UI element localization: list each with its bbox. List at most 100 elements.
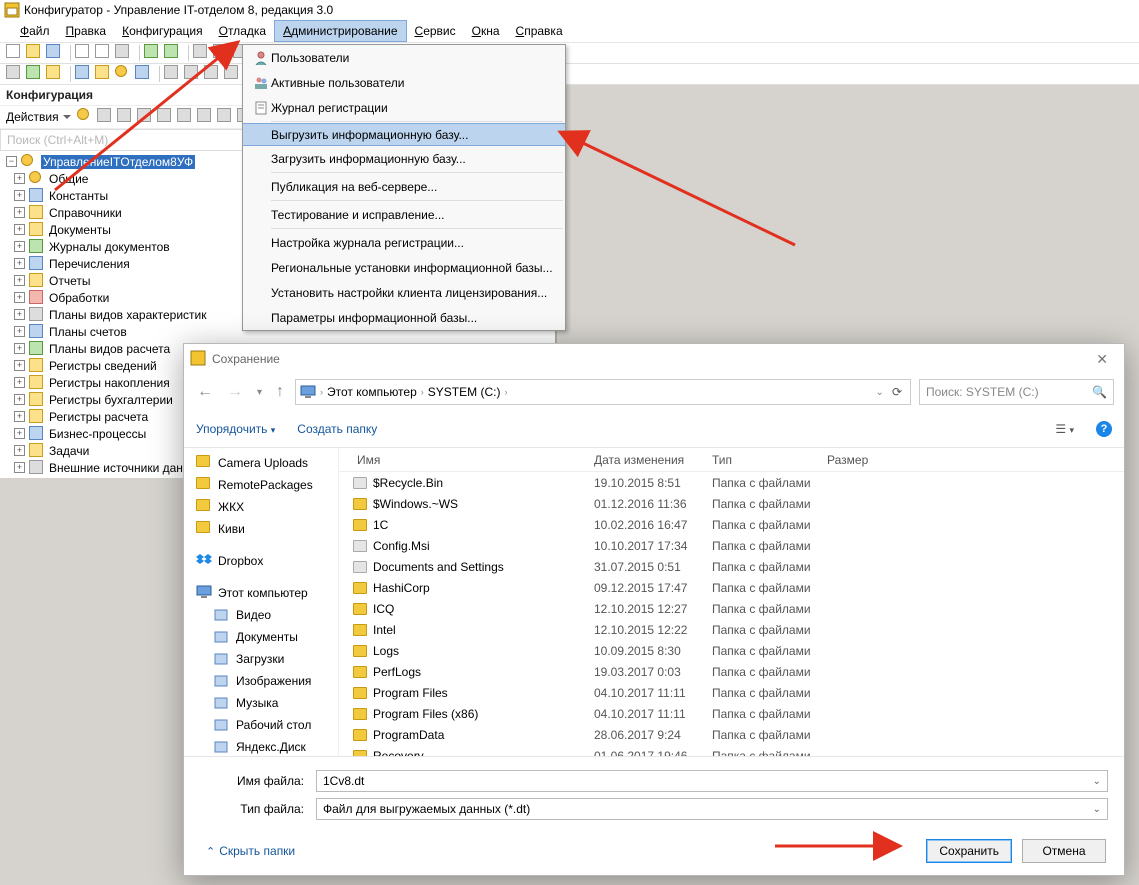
menu-item[interactable]: Публикация на веб-сервере... xyxy=(243,174,565,199)
toolbar-icon[interactable] xyxy=(204,65,222,83)
menu-item[interactable]: Параметры информационной базы... xyxy=(243,305,565,330)
expand-icon[interactable]: + xyxy=(14,411,25,422)
expand-icon[interactable]: + xyxy=(14,394,25,405)
toolbar-icon[interactable] xyxy=(184,65,202,83)
expand-icon[interactable]: + xyxy=(14,292,25,303)
col-date[interactable]: Дата изменения xyxy=(594,453,712,467)
expand-icon[interactable]: + xyxy=(14,445,25,456)
sidebar-item[interactable]: ЖКХ xyxy=(184,496,338,518)
menu-item[interactable]: Журнал регистрации xyxy=(243,95,565,120)
toolbar-icon[interactable] xyxy=(197,108,215,126)
file-row[interactable]: 1C10.02.2016 16:47Папка с файлами xyxy=(339,514,1124,535)
expand-icon[interactable]: + xyxy=(14,326,25,337)
toolbar-icon[interactable] xyxy=(157,108,175,126)
sidebar-item[interactable]: Изображения xyxy=(184,670,338,692)
breadcrumb-item[interactable]: Этот компьютер xyxy=(327,385,417,399)
help-info-icon[interactable]: ? xyxy=(1096,421,1112,437)
toolbar-icon[interactable] xyxy=(115,44,133,62)
toolbar-icon[interactable] xyxy=(26,44,44,62)
menu-item[interactable]: Региональные установки информационной ба… xyxy=(243,255,565,280)
menu-сервис[interactable]: Сервис xyxy=(407,20,464,42)
chevron-down-icon[interactable]: ⌄ xyxy=(1093,804,1101,815)
toolbar-icon[interactable] xyxy=(137,108,155,126)
toolbar-icon[interactable] xyxy=(144,44,162,62)
sidebar-item[interactable]: Camera Uploads xyxy=(184,452,338,474)
menu-администрирование[interactable]: Администрирование xyxy=(274,20,406,42)
menu-item[interactable]: Выгрузить информационную базу... xyxy=(243,123,565,146)
expand-icon[interactable]: + xyxy=(14,377,25,388)
hide-folders-link[interactable]: Скрыть папки xyxy=(206,844,295,858)
toolbar-icon[interactable] xyxy=(164,65,182,83)
menu-отладка[interactable]: Отладка xyxy=(211,20,274,42)
nav-back-icon[interactable]: ← xyxy=(194,383,216,401)
toolbar-icon[interactable] xyxy=(75,44,93,62)
file-row[interactable]: ProgramData28.06.2017 9:24Папка с файлам… xyxy=(339,724,1124,745)
address-bar[interactable]: › Этот компьютер › SYSTEM (C:) › ⌄ ⟳ xyxy=(295,379,911,405)
file-row[interactable]: Program Files (x86)04.10.2017 11:11Папка… xyxy=(339,703,1124,724)
file-row[interactable]: PerfLogs19.03.2017 0:03Папка с файлами xyxy=(339,661,1124,682)
toolbar-icon[interactable] xyxy=(46,44,64,62)
breadcrumb-item[interactable]: SYSTEM (C:) xyxy=(428,385,501,399)
expand-icon[interactable]: + xyxy=(14,224,25,235)
menu-окна[interactable]: Окна xyxy=(464,20,508,42)
menu-item[interactable]: Пользователи xyxy=(243,45,565,70)
expand-icon[interactable]: + xyxy=(14,309,25,320)
nav-up-icon[interactable]: ↑ xyxy=(273,383,287,401)
toolbar-icon[interactable] xyxy=(6,44,24,62)
file-row[interactable]: $Windows.~WS01.12.2016 11:36Папка с файл… xyxy=(339,493,1124,514)
sidebar-item[interactable]: Этот компьютер xyxy=(184,582,338,604)
expand-icon[interactable]: + xyxy=(14,190,25,201)
menu-item[interactable]: Настройка журнала регистрации... xyxy=(243,230,565,255)
file-row[interactable]: Logs10.09.2015 8:30Папка с файлами xyxy=(339,640,1124,661)
toolbar-icon[interactable] xyxy=(193,44,211,62)
file-row[interactable]: Documents and Settings31.07.2015 0:51Пап… xyxy=(339,556,1124,577)
actions-dropdown[interactable]: Действия xyxy=(6,110,71,124)
refresh-icon[interactable]: ⟳ xyxy=(892,385,902,399)
toolbar-icon[interactable] xyxy=(46,65,64,83)
toolbar-icon[interactable] xyxy=(95,65,113,83)
chevron-down-icon[interactable]: ⌄ xyxy=(1093,776,1101,787)
expand-icon[interactable]: + xyxy=(14,428,25,439)
col-type[interactable]: Тип xyxy=(712,453,827,467)
toolbar-icon[interactable] xyxy=(95,44,113,62)
sidebar-item[interactable]: Яндекс.Диск xyxy=(184,736,338,756)
menu-конфигурация[interactable]: Конфигурация xyxy=(114,20,211,42)
file-row[interactable]: Recovery01.06.2017 19:46Папка с файлами xyxy=(339,745,1124,756)
view-icon[interactable]: ☰ ▾ xyxy=(1055,422,1074,436)
menu-правка[interactable]: Правка xyxy=(58,20,115,42)
file-row[interactable]: Config.Msi10.10.2017 17:34Папка с файлам… xyxy=(339,535,1124,556)
menu-item[interactable]: Активные пользователи xyxy=(243,70,565,95)
toolbar-icon[interactable] xyxy=(77,108,95,126)
toolbar-icon[interactable] xyxy=(213,44,231,62)
expand-icon[interactable]: − xyxy=(6,156,17,167)
menu-файл[interactable]: Файл xyxy=(12,20,58,42)
toolbar-icon[interactable] xyxy=(224,65,242,83)
menu-справка[interactable]: Справка xyxy=(508,20,571,42)
toolbar-icon[interactable] xyxy=(117,108,135,126)
toolbar-icon[interactable] xyxy=(177,108,195,126)
expand-icon[interactable]: + xyxy=(14,207,25,218)
expand-icon[interactable]: + xyxy=(14,275,25,286)
sidebar-item[interactable]: Видео xyxy=(184,604,338,626)
toolbar-icon[interactable] xyxy=(164,44,182,62)
close-icon[interactable]: ✕ xyxy=(1086,351,1118,368)
expand-icon[interactable]: + xyxy=(14,462,25,473)
file-row[interactable]: ICQ12.10.2015 12:27Папка с файлами xyxy=(339,598,1124,619)
expand-icon[interactable]: + xyxy=(14,343,25,354)
col-size[interactable]: Размер xyxy=(827,453,897,467)
filetype-select[interactable]: Файл для выгружаемых данных (*.dt) ⌄ xyxy=(316,798,1108,820)
toolbar-icon[interactable] xyxy=(115,65,133,83)
sidebar-item[interactable]: Киви xyxy=(184,518,338,540)
file-row[interactable]: $Recycle.Bin19.10.2015 8:51Папка с файла… xyxy=(339,472,1124,493)
sidebar-item[interactable]: Рабочий стол xyxy=(184,714,338,736)
expand-icon[interactable]: + xyxy=(14,241,25,252)
save-button[interactable]: Сохранить xyxy=(926,839,1012,863)
newfolder-button[interactable]: Создать папку xyxy=(297,422,377,436)
cancel-button[interactable]: Отмена xyxy=(1022,839,1106,863)
menu-item[interactable]: Тестирование и исправление... xyxy=(243,202,565,227)
file-row[interactable]: HashiCorp09.12.2015 17:47Папка с файлами xyxy=(339,577,1124,598)
nav-history-icon[interactable]: ▾ xyxy=(254,387,265,398)
menu-item[interactable]: Установить настройки клиента лицензирова… xyxy=(243,280,565,305)
toolbar-icon[interactable] xyxy=(75,65,93,83)
addr-dropdown-icon[interactable]: ⌄ xyxy=(876,387,884,398)
